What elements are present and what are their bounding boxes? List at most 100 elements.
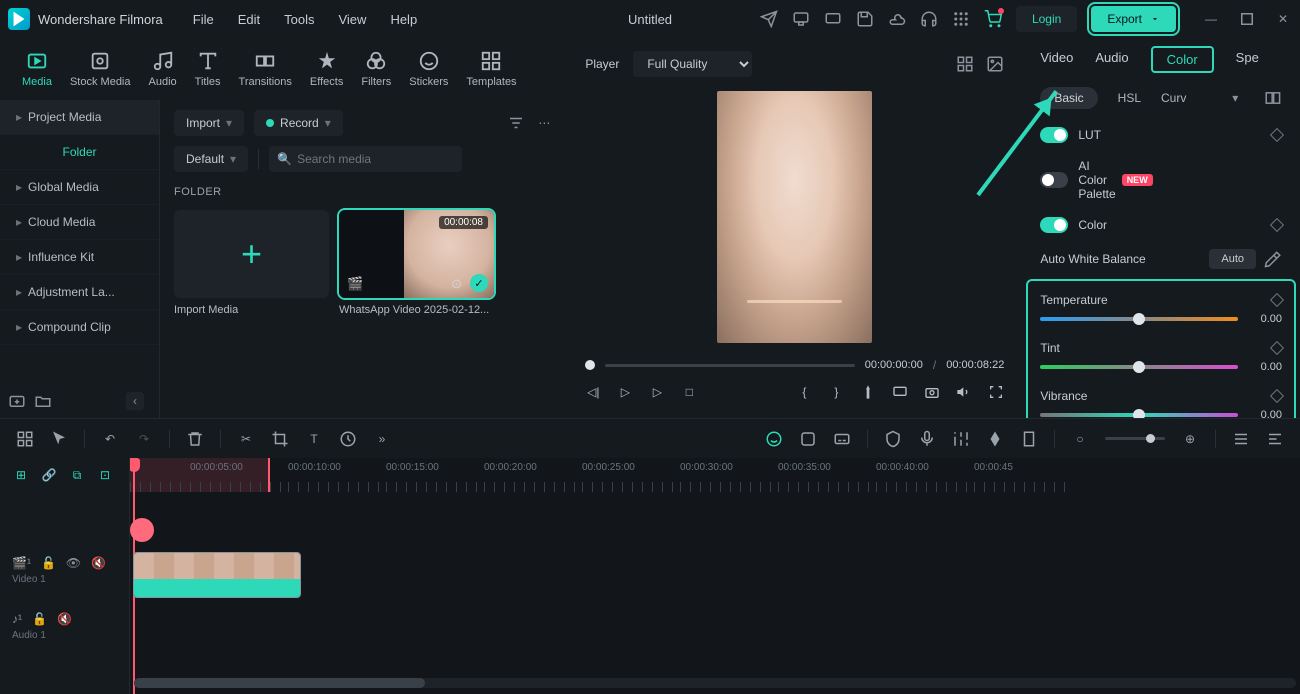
video-clip[interactable]	[133, 552, 301, 598]
folder-icon[interactable]	[34, 392, 52, 410]
sidebar-influence[interactable]: ▸Influence Kit	[0, 240, 159, 275]
apps-icon[interactable]	[952, 10, 970, 28]
chevron-down-icon[interactable]: ▾	[1226, 89, 1244, 107]
auto-wb-button[interactable]: Auto	[1209, 249, 1256, 269]
screen-icon[interactable]	[824, 10, 842, 28]
mark-in-icon[interactable]: {	[796, 384, 812, 400]
cart-icon[interactable]	[984, 10, 1002, 28]
menu-view[interactable]: View	[338, 12, 366, 27]
search-input[interactable]	[269, 146, 462, 172]
sort-default[interactable]: Default ▾	[174, 146, 248, 172]
quality-select[interactable]: Full Quality	[633, 51, 752, 77]
eye-icon[interactable]: 👁	[66, 556, 81, 570]
more-icon[interactable]: ⋯	[535, 114, 553, 132]
marker-icon[interactable]	[860, 384, 876, 400]
mark-out-icon[interactable]: }	[828, 384, 844, 400]
marker-add-icon[interactable]	[1020, 430, 1038, 448]
delete-icon[interactable]	[186, 430, 204, 448]
stop-icon[interactable]: □	[681, 384, 697, 400]
lut-keyframe[interactable]	[1270, 128, 1284, 142]
prev-frame-icon[interactable]: ◁|	[585, 384, 601, 400]
maximize-icon[interactable]	[1238, 10, 1256, 28]
sidebar-folder[interactable]: Folder	[0, 135, 159, 170]
zoom-in-icon[interactable]: ⊕	[1181, 430, 1199, 448]
tint-keyframe[interactable]	[1270, 341, 1284, 355]
rp-tab-speed[interactable]: Spe	[1236, 46, 1259, 73]
import-media-card[interactable]: + Import Media	[174, 210, 329, 316]
rp-tab-video[interactable]: Video	[1040, 46, 1073, 73]
grid-view-icon[interactable]	[956, 55, 974, 73]
export-button[interactable]: Export	[1091, 6, 1176, 32]
undo-icon[interactable]: ↶	[101, 430, 119, 448]
timeline-tracks-area[interactable]: 00:00:05:00 00:00:10:00 00:00:15:00 00:0…	[130, 458, 1300, 694]
h-scrollbar[interactable]	[134, 678, 1296, 688]
circle-marker[interactable]	[130, 518, 154, 542]
scrub-track[interactable]	[605, 364, 854, 367]
lock-icon[interactable]: 🔓	[32, 612, 47, 626]
subtab-hsl[interactable]: HSL	[1118, 91, 1141, 105]
ai-tool-icon[interactable]	[799, 430, 817, 448]
tab-media[interactable]: Media	[20, 46, 54, 92]
tl-magnet-icon[interactable]: ⧉	[68, 466, 86, 484]
add-folder-icon[interactable]	[8, 392, 26, 410]
media-clip-card[interactable]: 00:00:08 🎬 ⊙ ✓ WhatsApp Video 2025-02-12…	[339, 210, 494, 316]
fullscreen-icon[interactable]	[988, 384, 1004, 400]
record-button[interactable]: Record ▾	[254, 110, 343, 136]
temperature-slider[interactable]	[1040, 317, 1238, 321]
shield-icon[interactable]	[884, 430, 902, 448]
vibrance-keyframe[interactable]	[1270, 389, 1284, 403]
redo-icon[interactable]: ↷	[135, 430, 153, 448]
play-icon[interactable]: ▷	[649, 384, 665, 400]
mute-icon[interactable]: 🔇	[57, 612, 72, 626]
tab-stickers[interactable]: Stickers	[407, 46, 450, 92]
filter-icon[interactable]	[507, 114, 525, 132]
mixer-icon[interactable]	[952, 430, 970, 448]
login-button[interactable]: Login	[1016, 6, 1077, 32]
menu-edit[interactable]: Edit	[238, 12, 260, 27]
zoom-slider[interactable]	[1105, 437, 1165, 440]
tab-titles[interactable]: Titles	[193, 46, 223, 92]
clip-settings-icon[interactable]: ⊙	[451, 276, 462, 292]
play-pause-icon[interactable]: ▷	[617, 384, 633, 400]
list-icon[interactable]	[1232, 430, 1250, 448]
tint-slider[interactable]	[1040, 365, 1238, 369]
text-icon[interactable]: T	[305, 430, 323, 448]
speed-icon[interactable]	[339, 430, 357, 448]
image-view-icon[interactable]	[986, 55, 1004, 73]
cloud-icon[interactable]	[888, 10, 906, 28]
crop-icon[interactable]	[271, 430, 289, 448]
vibrance-slider[interactable]	[1040, 413, 1238, 417]
cut-icon[interactable]: ✂	[237, 430, 255, 448]
tab-stock-media[interactable]: Stock Media	[68, 46, 133, 92]
tab-templates[interactable]: Templates	[464, 46, 518, 92]
tl-add-icon[interactable]: ⊞	[12, 466, 30, 484]
menu-help[interactable]: Help	[390, 12, 417, 27]
tab-filters[interactable]: Filters	[359, 46, 393, 92]
audio-track-icon[interactable]: ♪¹	[12, 612, 22, 626]
more-tools-icon[interactable]: »	[373, 430, 391, 448]
menu-file[interactable]: File	[193, 12, 214, 27]
pointer-icon[interactable]	[50, 430, 68, 448]
tab-audio[interactable]: Audio	[147, 46, 179, 92]
keyframe-icon[interactable]	[986, 430, 1004, 448]
close-icon[interactable]: ✕	[1274, 10, 1292, 28]
layout-icon[interactable]	[16, 430, 34, 448]
collapse-icon[interactable]: ‹	[126, 392, 144, 410]
save-icon[interactable]	[856, 10, 874, 28]
headphones-icon[interactable]	[920, 10, 938, 28]
display-icon[interactable]	[892, 384, 908, 400]
device-icon[interactable]	[792, 10, 810, 28]
minimize-icon[interactable]: —	[1202, 10, 1220, 28]
tab-effects[interactable]: Effects	[308, 46, 345, 92]
rp-tab-color[interactable]: Color	[1151, 46, 1214, 73]
lock-icon[interactable]: 🔓	[41, 556, 56, 570]
temp-keyframe[interactable]	[1270, 293, 1284, 307]
subtab-curves[interactable]: Curv	[1161, 91, 1186, 105]
subtitle-icon[interactable]	[833, 430, 851, 448]
compare-icon[interactable]	[1264, 89, 1282, 107]
eyedropper-icon[interactable]	[1264, 250, 1282, 268]
menu-tools[interactable]: Tools	[284, 12, 314, 27]
color-keyframe[interactable]	[1270, 218, 1284, 232]
sidebar-compound[interactable]: ▸Compound Clip	[0, 310, 159, 345]
volume-icon[interactable]	[956, 384, 972, 400]
